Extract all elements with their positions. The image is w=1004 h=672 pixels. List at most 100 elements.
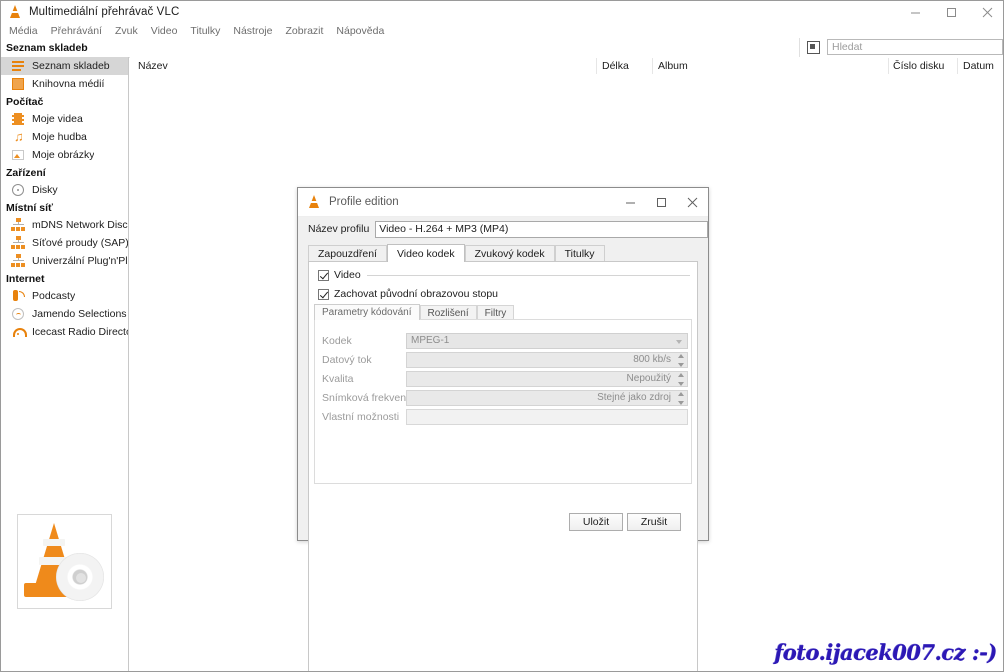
close-icon[interactable]	[969, 1, 1004, 23]
network-icon	[11, 254, 26, 268]
sidebar-item-label: mDNS Network Discovery	[32, 219, 128, 231]
column-header-disc-no[interactable]: Číslo disku	[893, 60, 944, 72]
dialog-minimize-icon[interactable]	[615, 188, 646, 216]
sidebar-item-label: Disky	[32, 184, 58, 196]
framerate-row: Snímková frekvence Stejné jako zdroj	[322, 389, 688, 406]
tab-audio-codec[interactable]: Zvukový kodek	[465, 245, 555, 262]
menu-item-media[interactable]: Média	[9, 25, 38, 37]
sidebar-item-label: Moje hudba	[32, 131, 87, 143]
dialog-buttons: Uložit Zrušit	[298, 513, 708, 531]
search-box[interactable]	[827, 39, 1003, 55]
tab-video-codec[interactable]: Video kodek	[387, 244, 465, 262]
column-header-date[interactable]: Datum	[963, 60, 994, 72]
music-note-icon: ♫	[11, 130, 26, 144]
picture-icon	[11, 148, 26, 162]
spinner-arrows-icon[interactable]	[676, 373, 685, 386]
podcast-icon	[11, 289, 26, 303]
menu-item-subtitles[interactable]: Titulky	[190, 25, 220, 37]
custom-options-row: Vlastní možnosti	[322, 408, 688, 425]
sidebar-item-media-library[interactable]: Knihovna médií	[1, 75, 128, 93]
bitrate-value: 800 kb/s	[633, 354, 671, 365]
sidebar-item-my-pictures[interactable]: Moje obrázky	[1, 146, 128, 164]
framerate-label: Snímková frekvence	[322, 392, 406, 404]
menu-item-playback[interactable]: Přehrávání	[51, 25, 102, 37]
disc-icon	[11, 183, 26, 197]
profile-name-input[interactable]	[375, 221, 708, 238]
tab-subtitles[interactable]: Titulky	[555, 245, 605, 262]
bitrate-spinner[interactable]: 800 kb/s	[406, 352, 688, 368]
column-header-album[interactable]: Album	[658, 60, 688, 72]
sidebar-item-icecast[interactable]: Icecast Radio Directory	[1, 323, 128, 341]
sidebar-item-jamendo[interactable]: Jamendo Selections	[1, 305, 128, 323]
sidebar-item-sap[interactable]: Síťové proudy (SAP)	[1, 234, 128, 252]
sidebar-item-upnp[interactable]: Univerzální Plug'n'Play	[1, 252, 128, 270]
keep-original-checkbox[interactable]	[318, 289, 329, 300]
codec-inner-tabs: Parametry kódování Rozlišení Filtry	[314, 304, 692, 320]
sidebar-item-mdns[interactable]: mDNS Network Discovery	[1, 216, 128, 234]
panel-toggle-icon[interactable]	[806, 40, 821, 55]
spinner-arrows-icon[interactable]	[676, 354, 685, 367]
sidebar-item-playlist[interactable]: Seznam skladeb	[1, 57, 128, 75]
sidebar-item-label: Seznam skladeb	[32, 60, 110, 72]
framerate-spinner[interactable]: Stejné jako zdroj	[406, 390, 688, 406]
menu-item-audio[interactable]: Zvuk	[115, 25, 138, 37]
menu-item-tools[interactable]: Nástroje	[233, 25, 272, 37]
spinner-arrows-icon[interactable]	[676, 392, 685, 405]
sidebar-item-discs[interactable]: Disky	[1, 181, 128, 199]
quality-label: Kvalita	[322, 373, 406, 385]
keep-original-label: Zachovat původní obrazovou stopu	[334, 288, 498, 300]
sidebar-item-my-videos[interactable]: Moje videa	[1, 110, 128, 128]
dialog-title-bar: Profile edition	[298, 188, 708, 217]
icecast-icon	[11, 325, 26, 339]
codec-label: Kodek	[322, 335, 406, 347]
menu-item-video[interactable]: Video	[151, 25, 178, 37]
tab-encapsulation[interactable]: Zapouzdření	[308, 245, 387, 262]
video-group-box: Video	[318, 269, 690, 281]
column-header-name[interactable]: Název	[138, 60, 168, 72]
vlc-cone-cd-logo	[17, 514, 112, 609]
save-button[interactable]: Uložit	[569, 513, 623, 531]
inner-tab-encoding-parameters[interactable]: Parametry kódování	[314, 304, 420, 320]
watermark: foto.ijacek007.cz :-)	[774, 640, 997, 665]
video-folder-icon	[11, 112, 26, 126]
window-title: Multimediální přehrávač VLC	[29, 6, 179, 18]
minimize-icon[interactable]	[897, 1, 933, 23]
column-header-duration[interactable]: Délka	[602, 60, 629, 72]
window-controls	[897, 1, 1004, 23]
encoding-parameters-panel: Kodek MPEG-1 Datový tok 800 kb/s	[314, 319, 692, 484]
vlc-cone-icon	[7, 4, 23, 20]
sidebar-item-label: Knihovna médií	[32, 78, 104, 90]
media-library-icon	[11, 77, 26, 91]
sidebar-group-local-network: Místní síť	[1, 199, 128, 216]
toolbar-divider	[799, 38, 800, 57]
quality-spinner[interactable]: Nepoužitý	[406, 371, 688, 387]
sidebar-item-label: Jamendo Selections	[32, 308, 127, 320]
vlc-cone-icon	[306, 194, 322, 210]
group-divider	[367, 275, 690, 276]
menu-bar: Média Přehrávání Zvuk Video Titulky Nást…	[1, 23, 1004, 38]
custom-options-input[interactable]	[406, 409, 688, 425]
bitrate-row: Datový tok 800 kb/s	[322, 351, 688, 368]
quality-row: Kvalita Nepoužitý	[322, 370, 688, 387]
maximize-icon[interactable]	[933, 1, 969, 23]
bitrate-label: Datový tok	[322, 354, 406, 366]
network-icon	[11, 218, 26, 232]
cancel-button[interactable]: Zrušit	[627, 513, 681, 531]
dialog-close-icon[interactable]	[677, 188, 708, 216]
video-checkbox[interactable]	[318, 270, 329, 281]
keep-original-row[interactable]: Zachovat původní obrazovou stopu	[318, 288, 498, 300]
sidebar-item-my-music[interactable]: ♫ Moje hudba	[1, 128, 128, 146]
inner-tab-resolution[interactable]: Rozlišení	[420, 305, 477, 320]
search-input[interactable]	[828, 41, 1002, 53]
video-checkbox-label: Video	[334, 269, 361, 281]
sidebar-item-podcasts[interactable]: Podcasty	[1, 287, 128, 305]
menu-item-help[interactable]: Nápověda	[336, 25, 384, 37]
dialog-maximize-icon[interactable]	[646, 188, 677, 216]
menu-item-view[interactable]: Zobrazit	[285, 25, 323, 37]
vlc-main-window: Multimediální přehrávač VLC Média Přehrá…	[0, 0, 1004, 672]
sidebar-group-internet: Internet	[1, 270, 128, 287]
inner-tab-filters[interactable]: Filtry	[477, 305, 515, 320]
sidebar-item-label: Univerzální Plug'n'Play	[32, 255, 128, 267]
codec-select[interactable]: MPEG-1	[406, 333, 688, 349]
codec-row: Kodek MPEG-1	[322, 332, 688, 349]
